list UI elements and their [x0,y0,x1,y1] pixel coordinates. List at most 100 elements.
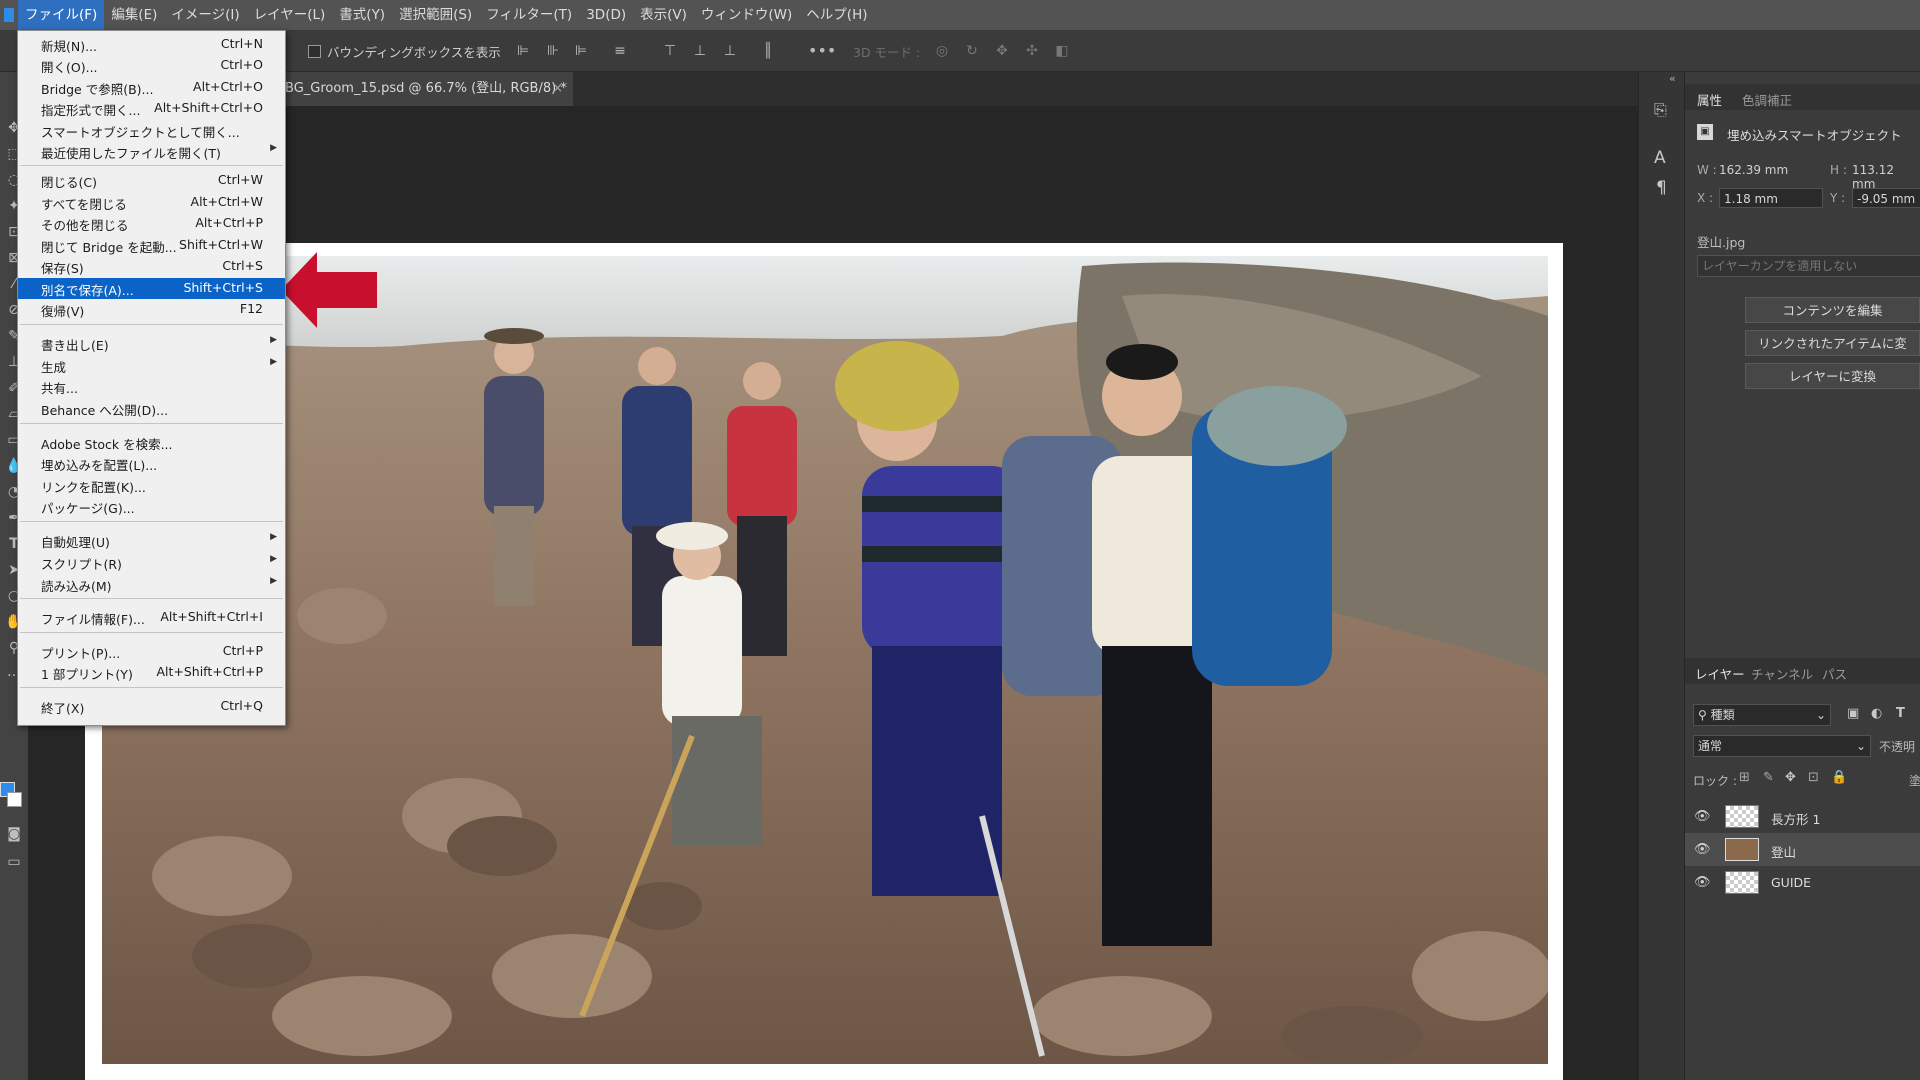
3d-orbit-icon[interactable]: ◎ [934,43,950,59]
background-color-swatch[interactable] [7,792,22,807]
menu-item-open-as[interactable]: 指定形式で開く... Alt+Shift+Ctrl+O [18,98,285,119]
menu-edit[interactable]: 編集(E) [104,0,164,30]
menu-item-import[interactable]: 読み込み(M) ▶ [18,574,285,595]
y-position-field[interactable]: -9.05 mm [1852,188,1920,208]
tab-layers[interactable]: レイヤー [1695,664,1745,683]
chevron-down-icon: ⌄ [1855,739,1866,753]
visibility-eye-icon[interactable]: 👁 [1694,875,1711,890]
menu-window[interactable]: ウィンドウ(W) [694,0,799,30]
menu-view[interactable]: 表示(V) [633,0,694,30]
menu-item-close-all[interactable]: すべてを閉じる Alt+Ctrl+W [18,192,285,213]
filter-adjustment-icon[interactable]: ◐ [1871,706,1882,721]
visibility-eye-icon[interactable]: 👁 [1694,842,1711,857]
align-bottom-icon[interactable]: ⊥ [722,43,738,59]
align-left-icon[interactable]: ⊫ [515,43,531,59]
menu-help[interactable]: ヘルプ(H) [799,0,874,30]
menu-item-generate[interactable]: 生成 ▶ [18,355,285,376]
layer-thumbnail [1725,871,1759,894]
align-top-icon[interactable]: ⊤ [662,43,678,59]
lock-artboard-icon[interactable]: ⊡ [1808,770,1819,785]
history-panel-icon[interactable]: ⎘ [1654,100,1667,120]
width-value[interactable]: 162.39 mm [1719,163,1788,177]
edit-contents-button[interactable]: コンテンツを編集 [1745,297,1920,323]
menu-select[interactable]: 選択範囲(S) [392,0,479,30]
convert-to-linked-button[interactable]: リンクされたアイテムに変換... [1745,330,1920,377]
layer-row[interactable]: 👁 登山 [1685,833,1920,866]
screen-mode-icon[interactable]: ▭ [4,852,24,872]
lock-transparent-icon[interactable]: ⊞ [1739,770,1750,785]
x-position-field[interactable]: 1.18 mm [1719,188,1823,208]
menu-item-save[interactable]: 保存(S) Ctrl+S [18,256,285,277]
3d-pan-icon[interactable]: ✥ [994,43,1010,59]
lock-position-icon[interactable]: ✥ [1785,770,1796,785]
menu-separator [20,521,283,522]
distribute-v-icon[interactable]: ║ [760,43,776,59]
layer-row[interactable]: 👁 GUIDE [1685,866,1920,899]
menu-file[interactable]: ファイル(F) [18,0,105,30]
menu-3d[interactable]: 3D(D) [579,0,633,30]
visibility-eye-icon[interactable]: 👁 [1694,809,1711,824]
menu-item-export[interactable]: 書き出し(E) ▶ [18,333,285,354]
filter-pixel-icon[interactable]: ▣ [1847,706,1859,721]
menu-item-browse-bridge[interactable]: Bridge で参照(B)... Alt+Ctrl+O [18,77,285,98]
layer-name: 長方形 1 [1771,812,1821,827]
3d-roll-icon[interactable]: ↻ [964,43,980,59]
menu-item-file-info[interactable]: ファイル情報(F)... Alt+Shift+Ctrl+I [18,607,285,628]
submenu-arrow-icon: ▶ [270,357,277,367]
menu-item-adobe-stock[interactable]: Adobe Stock を検索... [18,432,285,453]
blend-mode-select[interactable]: 通常 ⌄ [1693,735,1871,757]
lock-all-icon[interactable]: 🔒 [1831,770,1847,785]
paragraph-panel-icon[interactable]: ¶ [1656,178,1667,198]
menu-item-package[interactable]: パッケージ(G)... [18,496,285,517]
menu-item-print-one-copy[interactable]: 1 部プリント(Y) Alt+Shift+Ctrl+P [18,662,285,683]
menu-item-automate[interactable]: 自動処理(U) ▶ [18,530,285,551]
menu-filter[interactable]: フィルター(T) [479,0,579,30]
menu-item-scripts[interactable]: スクリプト(R) ▶ [18,552,285,573]
menu-item-share[interactable]: 共有... [18,376,285,397]
character-panel-icon[interactable]: A [1654,148,1666,168]
more-options-icon[interactable]: ••• [808,43,836,59]
menu-item-open-recent[interactable]: 最近使用したファイルを開く(T) ▶ [18,141,285,162]
menu-item-exit[interactable]: 終了(X) Ctrl+Q [18,696,285,717]
tab-adjustments[interactable]: 色調補正 [1742,90,1792,109]
collapse-panels-icon[interactable]: « [1669,72,1676,85]
menu-item-place-linked[interactable]: リンクを配置(K)... [18,475,285,496]
3d-camera-icon[interactable]: ◧ [1054,43,1070,59]
menu-layer[interactable]: レイヤー(L) [247,0,333,30]
convert-to-layers-button[interactable]: レイヤーに変換 [1745,363,1920,389]
layer-comp-select[interactable]: レイヤーカンプを適用しない [1697,255,1920,277]
3d-slide-icon[interactable]: ✣ [1024,43,1040,59]
tab-channels[interactable]: チャンネル [1751,664,1813,683]
tab-paths[interactable]: パス [1822,664,1847,683]
menu-item-place-embedded[interactable]: 埋め込みを配置(L)... [18,453,285,474]
align-vcenter-icon[interactable]: ⊥ [692,43,708,59]
menu-item-print[interactable]: プリント(P)... Ctrl+P [18,641,285,662]
quick-mask-icon[interactable]: ◙ [4,824,24,844]
submenu-arrow-icon: ▶ [270,143,277,153]
menu-item-open[interactable]: 開く(O)... Ctrl+O [18,55,285,76]
align-right-icon[interactable]: ⊫ [573,43,589,59]
distribute-icon[interactable]: ≡ [612,43,628,59]
menu-item-close[interactable]: 閉じる(C) Ctrl+W [18,170,285,191]
tab-properties[interactable]: 属性 [1697,90,1722,109]
filter-type-icon[interactable]: T [1896,706,1905,721]
layer-filter-select[interactable]: ⚲ 種類 ⌄ [1693,704,1831,726]
menu-item-new[interactable]: 新規(N)... Ctrl+N [18,34,285,55]
checkbox[interactable] [308,44,321,58]
align-hcenter-icon[interactable]: ⊪ [545,43,561,59]
menu-type[interactable]: 書式(Y) [332,0,392,30]
layer-row[interactable]: 👁 長方形 1 [1685,800,1920,833]
document-tab[interactable]: BG_Groom_15.psd @ 66.7% (登山, RGB/8) * × [265,72,573,106]
close-tab-icon[interactable]: × [552,72,563,106]
menu-item-save-as[interactable]: 別名で保存(A)... Shift+Ctrl+S [18,278,285,299]
menu-image[interactable]: イメージ(I) [164,0,246,30]
height-value[interactable]: 113.12 mm [1852,163,1920,191]
lock-image-icon[interactable]: ✎ [1763,770,1774,785]
app-icon[interactable] [0,0,18,30]
menu-item-behance[interactable]: Behance へ公開(D)... [18,398,285,419]
menu-item-revert[interactable]: 復帰(V) F12 [18,299,285,320]
bounding-box-toggle[interactable]: バウンディングボックスを表示 [308,31,501,71]
menu-item-close-others[interactable]: その他を閉じる Alt+Ctrl+P [18,213,285,234]
menu-item-open-smart-object[interactable]: スマートオブジェクトとして開く... [18,120,285,141]
menu-item-close-go-bridge[interactable]: 閉じて Bridge を起動... Shift+Ctrl+W [18,235,285,256]
